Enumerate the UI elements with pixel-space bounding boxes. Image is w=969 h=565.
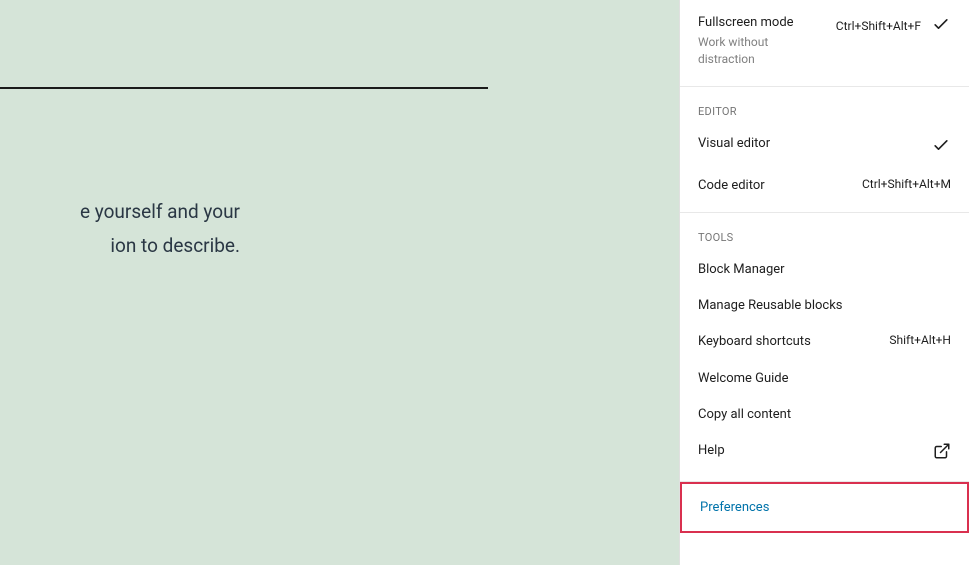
- copy-all-title: Copy all content: [698, 406, 791, 424]
- fullscreen-shortcut: Ctrl+Shift+Alt+F: [836, 19, 921, 33]
- code-editor-title: Code editor: [698, 177, 765, 195]
- menu-item-visual-editor[interactable]: Visual editor: [680, 126, 969, 168]
- options-menu: Fullscreen mode Work without distraction…: [679, 0, 969, 565]
- menu-item-code-editor[interactable]: Code editor Ctrl+Shift+Alt+M: [680, 168, 969, 204]
- reusable-blocks-title: Manage Reusable blocks: [698, 297, 843, 315]
- fullscreen-desc: Work without distraction: [698, 34, 818, 68]
- keyboard-shortcuts-shortcut: Shift+Alt+H: [889, 333, 951, 347]
- check-icon: [931, 135, 951, 159]
- menu-item-welcome-guide[interactable]: Welcome Guide: [680, 361, 969, 397]
- editor-text-line-2: ion to describe.: [0, 229, 240, 263]
- fullscreen-title: Fullscreen mode: [698, 14, 818, 32]
- external-link-icon: [933, 442, 951, 464]
- welcome-guide-title: Welcome Guide: [698, 370, 789, 388]
- menu-item-keyboard-shortcuts[interactable]: Keyboard shortcuts Shift+Alt+H: [680, 324, 969, 360]
- menu-item-block-manager[interactable]: Block Manager: [680, 252, 969, 288]
- editor-text-line-1: e yourself and your: [0, 195, 240, 229]
- menu-item-help[interactable]: Help: [680, 433, 969, 473]
- editor-group: Editor Visual editor Code editor Ctrl+Sh…: [680, 87, 969, 213]
- tools-group-label: Tools: [680, 221, 969, 252]
- visual-editor-title: Visual editor: [698, 135, 770, 153]
- editor-group-label: Editor: [680, 95, 969, 126]
- menu-item-fullscreen[interactable]: Fullscreen mode Work without distraction…: [680, 8, 969, 78]
- code-editor-shortcut: Ctrl+Shift+Alt+M: [862, 177, 951, 191]
- editor-canvas[interactable]: e yourself and your ion to describe.: [0, 0, 679, 565]
- title-underline: [0, 87, 488, 89]
- menu-item-preferences[interactable]: Preferences: [682, 484, 967, 531]
- help-title: Help: [698, 442, 725, 460]
- check-icon: [931, 14, 951, 38]
- preferences-label: Preferences: [700, 500, 769, 515]
- preferences-highlight: Preferences: [680, 482, 969, 533]
- block-manager-title: Block Manager: [698, 261, 785, 279]
- keyboard-shortcuts-title: Keyboard shortcuts: [698, 333, 811, 351]
- view-group: Fullscreen mode Work without distraction…: [680, 0, 969, 87]
- menu-item-reusable-blocks[interactable]: Manage Reusable blocks: [680, 288, 969, 324]
- tools-group: Tools Block Manager Manage Reusable bloc…: [680, 213, 969, 482]
- menu-item-copy-all[interactable]: Copy all content: [680, 397, 969, 433]
- editor-body-text[interactable]: e yourself and your ion to describe.: [0, 195, 240, 263]
